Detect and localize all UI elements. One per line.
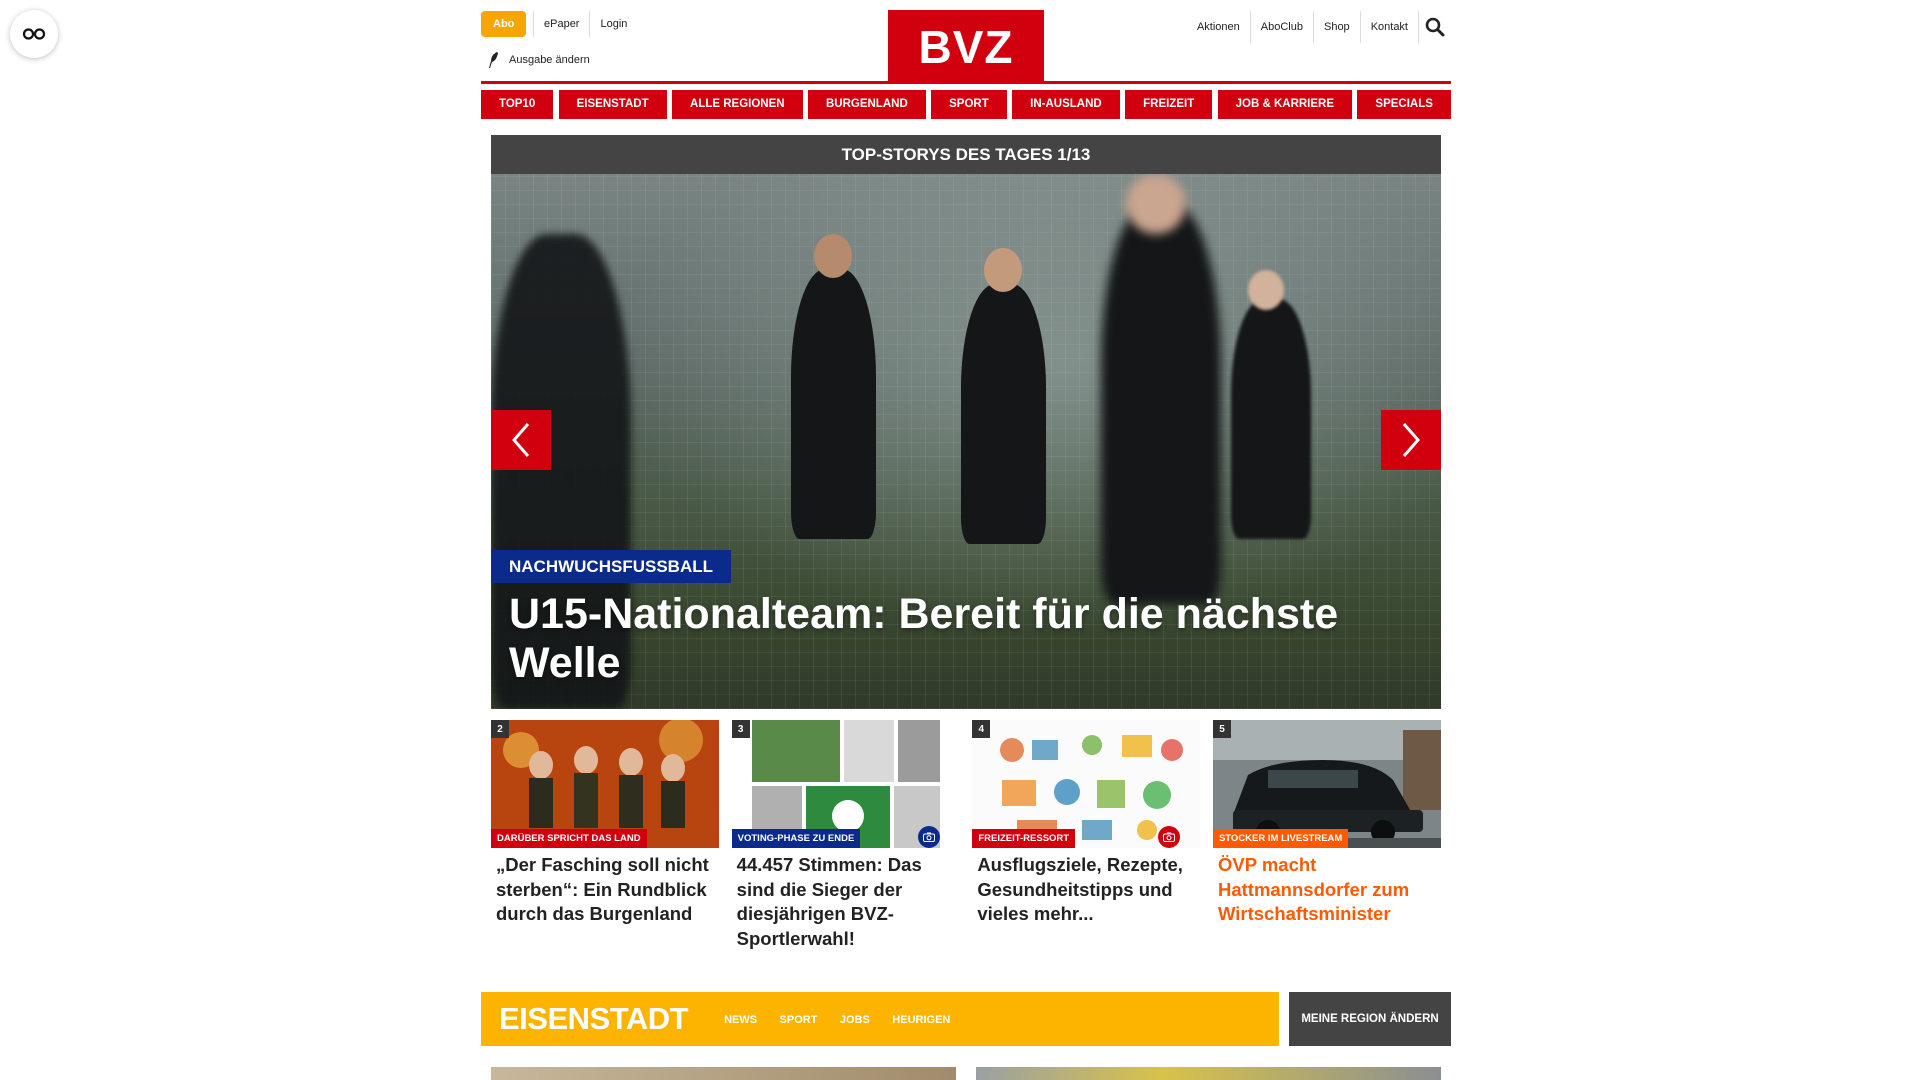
slider-hero-image[interactable]: NACHWUCHSFUSSBALL U15-Nationalteam: Bere…: [491, 174, 1441, 709]
chevron-right-icon: [1402, 423, 1420, 457]
region-link-news[interactable]: NEWS: [724, 1014, 757, 1026]
aboclub-link[interactable]: AboClub: [1251, 11, 1314, 43]
login-link[interactable]: Login: [589, 11, 637, 37]
page-wrapper: Abo ePaper Login Ausgabe ändern BVZ Akti…: [481, 0, 1451, 1080]
nav-item-top10[interactable]: TOP10: [481, 90, 554, 119]
edition-label: Ausgabe ändern: [509, 54, 590, 66]
teaser-number: 4: [972, 720, 991, 738]
teaser-number: 3: [731, 720, 750, 738]
teaser-title[interactable]: ÖVP macht Hattmannsdorfer zum Wirtschaft…: [1213, 848, 1441, 927]
region-link-sport[interactable]: SPORT: [780, 1014, 818, 1026]
teaser-card[interactable]: 3 VOTING-PHASE ZU ENDE 44.457 Stimmen: D…: [731, 720, 960, 951]
shop-link[interactable]: Shop: [1314, 11, 1361, 43]
search-icon[interactable]: [1419, 11, 1451, 43]
story-headline[interactable]: U15-Nationalteam: Bereit für die nächste…: [509, 590, 1409, 688]
teaser-card[interactable]: 4 FREIZEIT-RESSORT Ausflugsziele, Rezept…: [972, 720, 1201, 951]
coach-figure-2: [961, 284, 1046, 544]
region-main: EISENSTADT NEWS SPORT JOBS HEURIGEN: [481, 992, 1279, 1046]
teaser-label: FREIZEIT-RESSORT: [972, 829, 1076, 848]
region-title[interactable]: EISENSTADT: [499, 1001, 689, 1037]
top-links: ePaper Login: [533, 11, 637, 37]
main-nav: TOP10 EISENSTADT ALLE REGIONEN BURGENLAN…: [481, 90, 1451, 119]
coach-head-2: [984, 248, 1022, 292]
story-category-badge[interactable]: NACHWUCHSFUSSBALL: [491, 550, 731, 583]
slider-header: TOP-STORYS DES TAGES 1/13: [491, 135, 1441, 174]
region-article-image[interactable]: [491, 1067, 956, 1080]
teaser-number: 2: [491, 720, 509, 738]
teaser-title[interactable]: 44.457 Stimmen: Das sind die Sieger der …: [732, 848, 960, 951]
region-article-previews: [491, 1067, 1441, 1080]
story-teasers: 2 DARÜBER SPRICHT DAS LAND „Der Fasching…: [491, 720, 1441, 951]
region-links: NEWS SPORT JOBS HEURIGEN: [724, 1010, 968, 1028]
region-article-image[interactable]: [976, 1067, 1441, 1080]
teaser-image[interactable]: 4 FREIZEIT-RESSORT: [972, 720, 1201, 848]
edition-switcher[interactable]: Ausgabe ändern: [487, 51, 590, 69]
abo-button[interactable]: Abo: [481, 11, 527, 37]
kontakt-link[interactable]: Kontakt: [1361, 11, 1419, 43]
nav-item-sport[interactable]: SPORT: [931, 90, 1007, 119]
nav-item-eisenstadt[interactable]: EISENSTADT: [558, 90, 667, 119]
teaser-card[interactable]: 5 STOCKER IM LIVESTREAM ÖVP macht Hattma…: [1212, 720, 1441, 951]
nav-item-job-karriere[interactable]: JOB & KARRIERE: [1217, 90, 1353, 119]
region-link-heurigen[interactable]: HEURIGEN: [892, 1014, 950, 1026]
teaser-title[interactable]: Ausflugsziele, Rezepte, Gesundheitstipps…: [972, 848, 1200, 927]
camera-icon: [917, 826, 940, 848]
teaser-image[interactable]: 5 STOCKER IM LIVESTREAM: [1212, 720, 1441, 848]
coach-head-1: [814, 234, 852, 278]
site-header: Abo ePaper Login Ausgabe ändern BVZ Akti…: [481, 0, 1451, 84]
glasses-icon: [22, 28, 46, 40]
teaser-label: STOCKER IM LIVESTREAM: [1212, 829, 1349, 848]
nav-item-in-ausland[interactable]: IN-AUSLAND: [1012, 90, 1120, 119]
quill-icon: [489, 52, 498, 68]
coach-figure-1: [791, 269, 876, 539]
teaser-image[interactable]: 3 VOTING-PHASE ZU ENDE: [731, 720, 960, 848]
epaper-link[interactable]: ePaper: [533, 11, 589, 37]
nav-item-specials[interactable]: SPECIALS: [1357, 90, 1451, 119]
teaser-card[interactable]: 2 DARÜBER SPRICHT DAS LAND „Der Fasching…: [491, 720, 719, 951]
reader-mode-button[interactable]: [10, 10, 58, 58]
blurred-player-center: [1101, 204, 1221, 604]
teaser-title[interactable]: „Der Fasching soll nicht sterben“: Ein R…: [491, 848, 719, 927]
nav-item-alle-regionen[interactable]: ALLE REGIONEN: [672, 90, 803, 119]
nav-item-freizeit[interactable]: FREIZEIT: [1125, 90, 1213, 119]
coach-head-3: [1248, 270, 1284, 310]
slider-next-button[interactable]: [1381, 410, 1441, 470]
bvz-logo[interactable]: BVZ: [888, 10, 1044, 84]
change-region-button[interactable]: MEINE REGION ÄNDERN: [1289, 992, 1451, 1046]
teaser-image[interactable]: 2 DARÜBER SPRICHT DAS LAND: [491, 720, 719, 848]
region-link-jobs[interactable]: JOBS: [840, 1014, 870, 1026]
chevron-left-icon: [512, 423, 530, 457]
coach-figure-3: [1231, 299, 1311, 539]
aktionen-link[interactable]: Aktionen: [1187, 11, 1251, 43]
teaser-number: 5: [1212, 720, 1231, 738]
right-links: Aktionen AboClub Shop Kontakt: [1187, 11, 1451, 43]
blurred-head-center: [1126, 174, 1186, 234]
region-bar: EISENSTADT NEWS SPORT JOBS HEURIGEN MEIN…: [481, 992, 1451, 1046]
nav-item-burgenland[interactable]: BURGENLAND: [807, 90, 926, 119]
teaser-label: VOTING-PHASE ZU ENDE: [731, 829, 861, 848]
top-stories-slider: TOP-STORYS DES TAGES 1/13 NACHWUCHSFUSSB…: [491, 135, 1441, 709]
slider-prev-button[interactable]: [491, 410, 551, 470]
teaser-label: DARÜBER SPRICHT DAS LAND: [491, 829, 647, 848]
